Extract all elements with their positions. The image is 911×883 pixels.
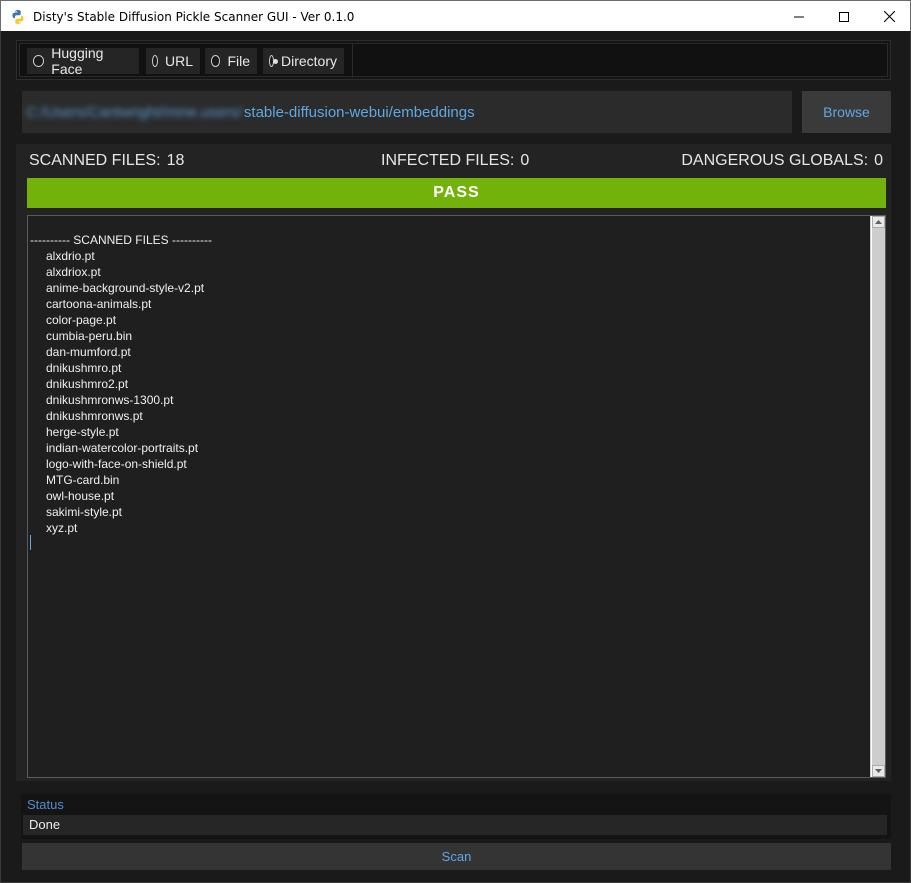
browse-button[interactable]: Browse [802, 91, 891, 133]
minimize-icon [794, 16, 804, 17]
scanned-file-item: dnikushmro.pt [46, 361, 122, 375]
scanned-file-item: herge-style.pt [46, 425, 119, 439]
dangerous-globals-count: 0 [874, 152, 883, 169]
status-label: Status [27, 797, 64, 812]
path-text: stable-diffusion-webui/embeddings [243, 103, 475, 121]
text-caret [30, 535, 31, 550]
close-icon [883, 11, 895, 22]
radio-dot-icon [211, 55, 221, 67]
radio-label: File [227, 53, 250, 69]
dangerous-globals-label: DANGEROUS GLOBALS: [681, 152, 869, 169]
radio-url[interactable]: URL [146, 48, 200, 74]
vertical-scrollbar[interactable] [870, 216, 885, 777]
scan-log-text: ---------- SCANNED FILES ---------- alxd… [30, 232, 212, 536]
scan-button[interactable]: Scan [22, 843, 891, 870]
radio-label: URL [164, 53, 193, 69]
scanned-file-item: dan-mumford.pt [46, 345, 131, 359]
title-bar: Disty's Stable Diffusion Pickle Scanner … [0, 0, 911, 31]
scanned-file-item: sakimi-style.pt [46, 505, 123, 519]
scanned-file-item: dnikushmro2.pt [46, 377, 129, 391]
python-icon [12, 10, 24, 24]
maximize-icon [839, 11, 849, 22]
scan-log[interactable]: ---------- SCANNED FILES ---------- alxd… [27, 215, 886, 778]
radio-directory[interactable]: Directory [263, 48, 344, 74]
source-selector: Hugging Face URL File Directory [16, 40, 891, 80]
radio-dot-icon [152, 55, 158, 67]
status-panel: Status Done [21, 794, 891, 839]
radio-file[interactable]: File [205, 48, 257, 74]
infected-files-count: 0 [520, 152, 530, 169]
scanned-file-item: dnikushmronws.pt [46, 409, 143, 423]
log-header: ---------- SCANNED FILES ---------- [30, 233, 212, 247]
infected-files-label: INFECTED FILES: [381, 152, 515, 169]
radio-hugging-face[interactable]: Hugging Face [27, 45, 139, 77]
radio-label: Directory [280, 53, 337, 69]
scanned-file-item: alxdriox.pt [46, 265, 101, 279]
scroll-down-icon[interactable] [872, 765, 885, 777]
status-value: Done [23, 815, 887, 835]
close-button[interactable] [866, 1, 911, 32]
radio-dot-selected-icon [269, 55, 278, 67]
infected-files-stat: INFECTED FILES: 0 [381, 152, 529, 170]
window-title: Disty's Stable Diffusion Pickle Scanner … [33, 10, 355, 24]
scroll-up-icon[interactable] [872, 216, 885, 228]
scanned-file-item: logo-with-face-on-shield.pt [46, 457, 187, 471]
scanned-files-label: SCANNED FILES: [29, 152, 161, 169]
radio-dot-icon [33, 55, 45, 67]
radio-label: Hugging Face [51, 45, 104, 77]
scanned-file-item: color-page.pt [46, 313, 117, 327]
scanned-file-item: cartoona-animals.pt [46, 297, 152, 311]
main-window: Hugging Face URL File Directory C:/Users… [0, 31, 911, 883]
path-redacted-prefix: C:/Users/Cantwright/mine.users/ [26, 103, 242, 121]
scanned-file-item: dnikushmronws-1300.pt [46, 393, 174, 407]
maximize-button[interactable] [821, 1, 867, 32]
scrollbar-thumb[interactable] [872, 228, 885, 765]
divider [352, 44, 353, 78]
source-options: Hugging Face URL File Directory [19, 43, 888, 78]
scanned-files-count: 18 [166, 152, 185, 169]
result-banner: PASS [27, 178, 886, 208]
scanned-file-item: owl-house.pt [46, 489, 115, 503]
scanned-files-stat: SCANNED FILES: 18 [29, 152, 184, 170]
scanned-file-item: alxdrio.pt [46, 249, 95, 263]
minimize-button[interactable] [776, 1, 822, 32]
scanned-file-item: indian-watercolor-portraits.pt [46, 441, 199, 455]
scanned-file-item: anime-background-style-v2.pt [46, 281, 205, 295]
scanned-file-item: MTG-card.bin [46, 473, 120, 487]
path-input[interactable]: C:/Users/Cantwright/mine.users/ stable-d… [22, 91, 792, 133]
scanned-file-item: xyz.pt [46, 521, 78, 535]
scanned-file-item: cumbia-peru.bin [46, 329, 133, 343]
dangerous-globals-stat: DANGEROUS GLOBALS: 0 [681, 152, 883, 170]
